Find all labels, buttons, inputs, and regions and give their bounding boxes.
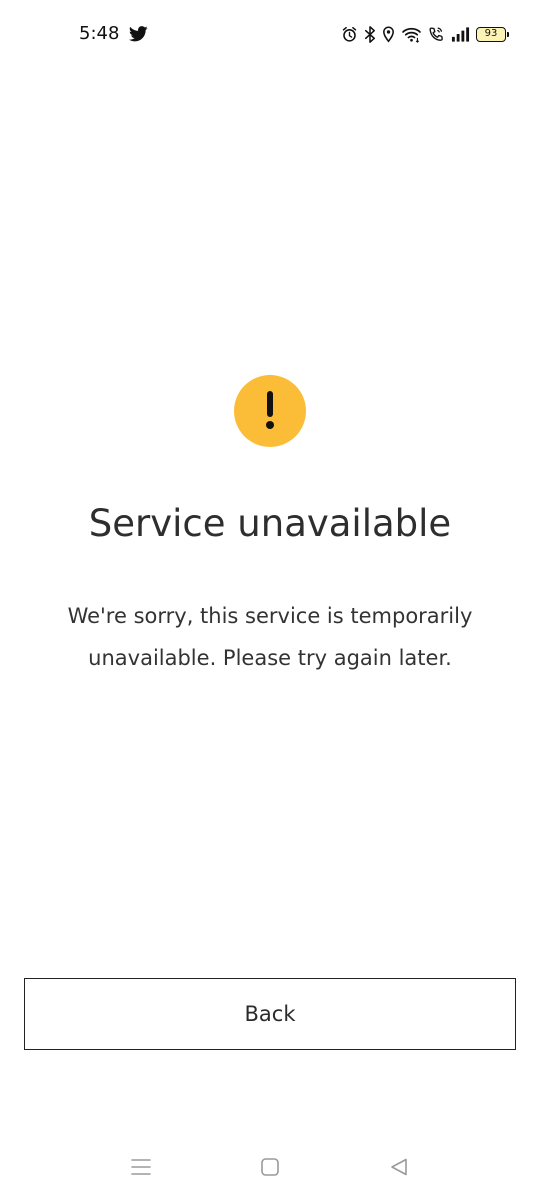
location-icon — [382, 26, 395, 43]
bluetooth-icon — [364, 25, 376, 43]
back-triangle-icon[interactable] — [384, 1154, 414, 1180]
home-icon[interactable] — [255, 1154, 285, 1180]
wifi-call-icon — [428, 26, 445, 43]
error-title: Service unavailable — [88, 502, 452, 545]
navigation-bar — [0, 1140, 540, 1200]
wifi-icon — [401, 26, 422, 43]
alarm-icon — [341, 26, 358, 43]
signal-icon — [451, 26, 470, 42]
battery-level: 93 — [484, 28, 498, 39]
back-button[interactable]: Back — [24, 978, 516, 1050]
battery-icon: 93 — [476, 26, 509, 42]
status-icons: 93 — [341, 24, 509, 44]
status-time: 5:48 — [79, 23, 120, 44]
error-message: We're sorry, this service is temporarily… — [67, 604, 473, 670]
exclamation-dot — [266, 421, 274, 429]
warning-icon — [234, 375, 306, 447]
menu-icon[interactable] — [126, 1154, 156, 1180]
status-bar: 5:48 93 — [0, 0, 540, 70]
screen: 5:48 93 Service unavailable We're sorry,… — [0, 0, 540, 1200]
twitter-icon — [128, 26, 148, 42]
exclamation-bar — [267, 391, 273, 417]
